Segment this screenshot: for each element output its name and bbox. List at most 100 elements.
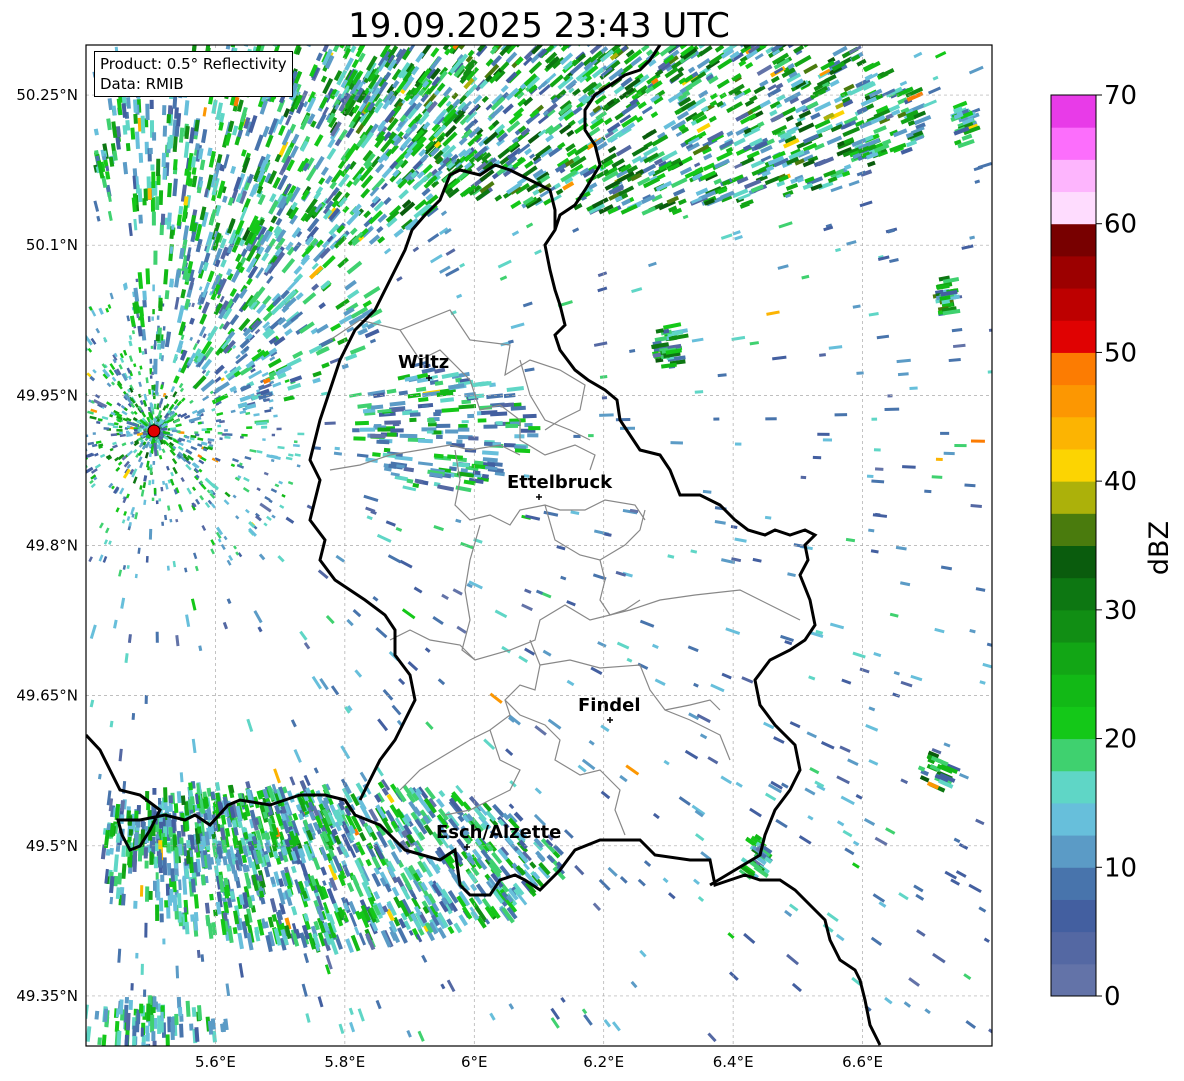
echo-gate bbox=[506, 386, 524, 392]
echo-gate bbox=[89, 699, 95, 708]
echo-gate bbox=[403, 466, 415, 473]
echo-gate bbox=[189, 317, 195, 325]
echo-gate bbox=[232, 837, 239, 849]
echo-gate bbox=[234, 136, 241, 146]
echo-gate bbox=[178, 437, 186, 442]
echo-gate bbox=[698, 25, 708, 32]
echo-gate bbox=[185, 614, 191, 628]
echo-gate bbox=[89, 415, 97, 420]
echo-gate bbox=[274, 804, 281, 815]
echo-gate bbox=[383, 466, 392, 472]
echo-gate bbox=[987, 370, 992, 374]
echo-gate bbox=[126, 425, 131, 429]
echo-gate bbox=[113, 619, 118, 629]
echo-gate bbox=[256, 790, 263, 800]
echo-gate bbox=[23, 470, 26, 471]
echo-gate bbox=[418, 397, 429, 403]
echo-gate bbox=[583, 24, 594, 34]
echo-gate bbox=[866, 160, 876, 168]
echo-gate bbox=[815, 629, 824, 635]
echo-gate bbox=[223, 535, 228, 541]
echo-gate bbox=[18, 483, 23, 485]
echo-gate bbox=[93, 128, 99, 136]
echo-gate bbox=[897, 372, 909, 377]
echo-gate bbox=[585, 20, 592, 27]
echo-gate bbox=[101, 415, 109, 420]
echo-gate bbox=[230, 463, 236, 468]
echo-gate bbox=[256, 185, 264, 195]
echo-gate bbox=[795, 120, 803, 128]
echo-gate bbox=[105, 165, 110, 172]
echo-gate bbox=[172, 95, 178, 109]
echo-gate bbox=[194, 143, 200, 151]
echo-gate bbox=[164, 482, 169, 490]
echo-gate bbox=[145, 377, 149, 384]
echo-gate bbox=[414, 478, 424, 485]
echo-gate bbox=[787, 63, 795, 70]
echo-gate bbox=[229, 806, 236, 819]
echo-gate bbox=[190, 914, 195, 922]
echo-gate bbox=[264, 832, 271, 841]
echo-gate bbox=[280, 846, 288, 856]
echo-gate bbox=[240, 837, 246, 847]
echo-gate bbox=[18, 454, 21, 455]
echo-gate bbox=[122, 124, 128, 135]
echo-gate bbox=[389, 400, 406, 407]
echo-gate bbox=[138, 306, 144, 317]
echo-gate bbox=[121, 893, 126, 906]
echo-gate bbox=[3, 456, 9, 457]
echo-gate bbox=[394, 474, 408, 482]
echo-gate bbox=[162, 480, 166, 485]
echo-gate bbox=[122, 349, 128, 356]
echo-gate bbox=[623, 20, 636, 31]
echo-gate bbox=[500, 402, 515, 408]
echo-gate bbox=[50, 483, 53, 485]
echo-gate bbox=[216, 846, 222, 855]
echo-gate bbox=[137, 371, 142, 376]
echo-gate bbox=[270, 876, 276, 885]
echo-gate bbox=[841, 170, 851, 178]
echo-gate bbox=[96, 215, 101, 222]
echo-gate bbox=[515, 32, 524, 41]
echo-gate bbox=[69, 455, 73, 456]
echo-gate bbox=[114, 803, 121, 821]
echo-gate bbox=[874, 512, 881, 517]
echo-gate bbox=[223, 877, 229, 886]
echo-gate bbox=[308, 811, 316, 821]
echo-gate bbox=[174, 269, 181, 288]
echo-gate bbox=[931, 475, 943, 479]
echo-gate bbox=[951, 328, 963, 333]
echo-gate bbox=[255, 839, 263, 851]
echo-gate bbox=[725, 146, 734, 154]
echo-gate bbox=[105, 848, 111, 856]
echo-gate bbox=[690, 549, 698, 554]
echo-gate bbox=[779, 39, 786, 43]
echo-gate bbox=[161, 448, 166, 454]
echo-gate bbox=[237, 36, 239, 43]
echo-gate bbox=[184, 801, 190, 816]
echo-gate bbox=[184, 921, 190, 935]
echo-gate bbox=[174, 107, 179, 119]
echo-gate bbox=[211, 922, 218, 936]
echo-gate bbox=[287, 480, 294, 486]
echo-gate bbox=[284, 379, 290, 383]
echo-gate bbox=[610, 32, 621, 41]
echo-gate bbox=[198, 468, 203, 473]
echo-gate bbox=[682, 214, 689, 220]
echo-gate bbox=[167, 182, 172, 198]
echo-gate bbox=[87, 441, 95, 446]
echo-gate bbox=[206, 787, 212, 797]
echo-gate bbox=[223, 886, 230, 899]
echo-gate bbox=[233, 827, 239, 836]
echo-gate bbox=[139, 365, 143, 370]
echo-gate bbox=[618, 25, 623, 29]
echo-gate bbox=[222, 195, 228, 203]
echo-gate bbox=[196, 339, 201, 344]
echo-gate bbox=[123, 407, 128, 412]
echo-gate bbox=[120, 800, 125, 812]
echo-gate bbox=[172, 159, 178, 171]
echo-gate bbox=[51, 485, 56, 488]
echo-gate bbox=[366, 515, 373, 521]
echo-gate bbox=[303, 45, 305, 46]
echo-gate bbox=[184, 868, 190, 878]
